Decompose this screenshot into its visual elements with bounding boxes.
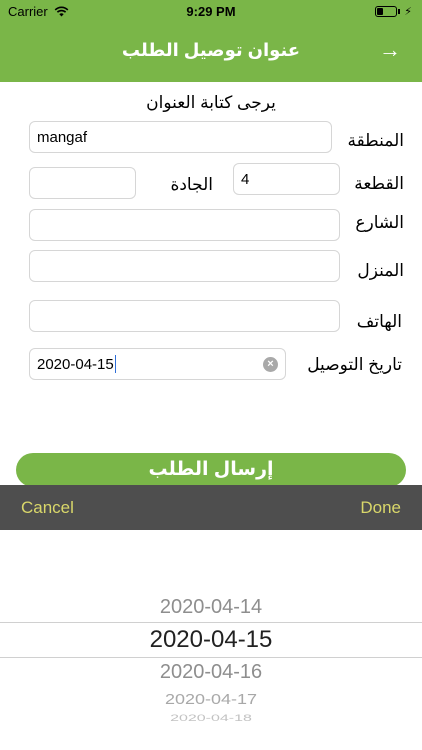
charging-bolt-icon: ⚡ xyxy=(404,6,412,18)
avenue-field[interactable] xyxy=(29,167,136,199)
phone-label: الهاتف xyxy=(356,312,402,331)
picker-option[interactable]: 2020-04-14 xyxy=(0,596,422,619)
delivery-date-field[interactable]: 2020-04-15 × xyxy=(29,348,286,380)
block-field[interactable]: 4 xyxy=(233,163,340,195)
house-label: المنزل xyxy=(357,261,404,280)
picker-option[interactable]: 2020-04-16 xyxy=(0,661,422,684)
delivery-date-label: تاريخ التوصيل xyxy=(307,355,402,374)
area-label: المنطقة xyxy=(347,131,404,150)
text-cursor xyxy=(114,355,116,373)
cancel-button[interactable]: Cancel xyxy=(21,498,74,518)
form-instruction: يرجى كتابة العنوان xyxy=(146,93,276,112)
phone-field[interactable] xyxy=(29,300,340,332)
picker-toolbar: Cancel Done xyxy=(0,485,422,530)
status-time: 9:29 PM xyxy=(186,4,236,19)
block-label: القطعة xyxy=(354,174,404,193)
back-arrow-icon[interactable]: → xyxy=(376,36,404,64)
avenue-label: الجادة xyxy=(170,175,213,194)
page-title: عنوان توصيل الطلب xyxy=(121,40,301,60)
area-field[interactable]: mangaf xyxy=(29,121,332,153)
block-value: 4 xyxy=(241,170,250,188)
status-bar: Carrier 9:29 PM ⚡ xyxy=(0,0,422,22)
picker-option-selected[interactable]: 2020-04-15 xyxy=(0,626,422,654)
battery-indicator: ⚡ xyxy=(375,5,412,18)
date-picker-wheel[interactable]: 2020-04-14 2020-04-15 2020-04-16 2020-04… xyxy=(0,530,422,750)
navigation-bar: عنوان توصيل الطلب → xyxy=(0,22,422,82)
house-field[interactable] xyxy=(29,250,340,282)
street-label: الشارع xyxy=(355,213,404,232)
area-value: mangaf xyxy=(37,128,88,146)
delivery-date-value: 2020-04-15 xyxy=(37,355,114,373)
street-field[interactable] xyxy=(29,209,340,241)
picker-selection-bottom-line xyxy=(0,657,422,658)
picker-selection-top-line xyxy=(0,622,422,623)
picker-option[interactable]: 2020-04-17 xyxy=(0,691,422,708)
clear-icon[interactable]: × xyxy=(263,357,278,372)
submit-order-button[interactable]: إرسال الطلب xyxy=(16,453,406,487)
battery-icon xyxy=(375,6,398,17)
done-button[interactable]: Done xyxy=(360,498,401,518)
picker-option[interactable]: 2020-04-18 xyxy=(0,714,422,724)
